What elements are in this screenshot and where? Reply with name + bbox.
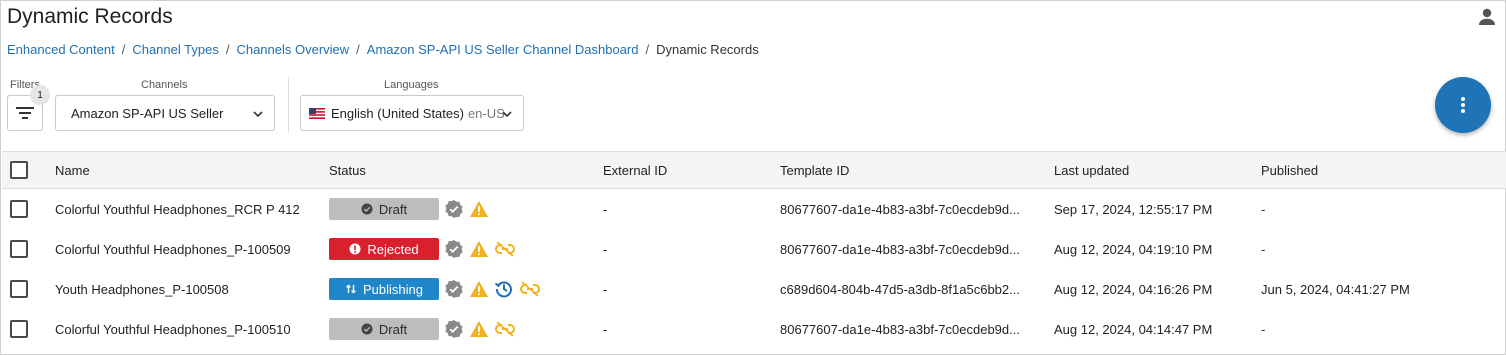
filter-divider — [288, 77, 289, 133]
published: - — [1261, 201, 1266, 217]
published: - — [1261, 241, 1266, 257]
verified-badge-icon — [445, 240, 463, 258]
status-label: Rejected — [367, 241, 419, 257]
language-select[interactable]: English (United States) en-US — [300, 95, 524, 131]
status-badge-draft: Draft — [329, 198, 439, 220]
chevron-down-icon — [502, 111, 512, 118]
records-table: Name Status External ID Template ID Last… — [2, 151, 1506, 349]
status-badge-draft: Draft — [329, 318, 439, 340]
language-select-value: English (United States) — [331, 105, 464, 121]
breadcrumb-separator: / — [225, 42, 230, 57]
status-label: Draft — [378, 201, 408, 217]
record-name[interactable]: Youth Headphones_P-100508 — [55, 269, 229, 309]
check-circle-icon — [361, 203, 373, 215]
table-row[interactable]: Youth Headphones_P-100508 Publishing - c… — [2, 269, 1506, 309]
breadcrumb-channel-types[interactable]: Channel Types — [132, 42, 219, 57]
record-name[interactable]: Colorful Youthful Headphones_P-100509 — [55, 229, 291, 269]
language-code: en-US — [467, 105, 505, 121]
more-actions-button[interactable] — [1435, 77, 1491, 133]
verified-badge-icon — [445, 320, 463, 338]
template-id: 80677607-da1e-4b83-a3bf-7c0ecdeb9d... — [780, 321, 1020, 337]
external-id: - — [603, 201, 608, 217]
row-checkbox[interactable] — [10, 200, 28, 218]
table-row[interactable]: Colorful Youthful Headphones_RCR P 412 D… — [2, 189, 1506, 229]
row-checkbox[interactable] — [10, 320, 28, 338]
verified-badge-icon — [445, 200, 463, 218]
external-id: - — [603, 241, 608, 257]
table-row[interactable]: Colorful Youthful Headphones_P-100509 Re… — [2, 229, 1506, 269]
status-label: Draft — [378, 321, 408, 337]
error-icon — [349, 243, 361, 255]
last-updated: Aug 12, 2024, 04:16:26 PM — [1054, 281, 1213, 297]
languages-label: Languages — [384, 79, 439, 91]
status-badge-publishing: Publishing — [329, 278, 439, 300]
channels-label: Channels — [141, 79, 188, 91]
link-broken-icon[interactable] — [494, 320, 516, 338]
breadcrumb-separator: / — [356, 42, 360, 57]
warning-icon[interactable] — [469, 320, 489, 338]
check-circle-icon — [361, 323, 373, 335]
column-header-template-id[interactable]: Template ID — [780, 152, 849, 188]
column-header-published[interactable]: Published — [1261, 152, 1318, 188]
table-header: Name Status External ID Template ID Last… — [2, 151, 1506, 189]
last-updated: Sep 17, 2024, 12:55:17 PM — [1054, 201, 1213, 217]
template-id: 80677607-da1e-4b83-a3bf-7c0ecdeb9d... — [780, 201, 1020, 217]
column-header-last-updated[interactable]: Last updated — [1054, 152, 1129, 188]
template-id: c689d604-804b-47d5-a3db-8f1a5c6bb2... — [780, 281, 1020, 297]
status-label: Publishing — [363, 281, 423, 297]
breadcrumb-channel-dashboard[interactable]: Amazon SP-API US Seller Channel Dashboar… — [367, 42, 639, 57]
record-name[interactable]: Colorful Youthful Headphones_RCR P 412 — [55, 189, 300, 229]
table-row[interactable]: Colorful Youthful Headphones_P-100510 Dr… — [2, 309, 1506, 349]
last-updated: Aug 12, 2024, 04:19:10 PM — [1054, 241, 1213, 257]
external-id: - — [603, 321, 608, 337]
external-id: - — [603, 281, 608, 297]
breadcrumb-enhanced-content[interactable]: Enhanced Content — [7, 42, 115, 57]
channel-select-value: Amazon SP-API US Seller — [71, 105, 224, 121]
breadcrumb-separator: / — [121, 42, 126, 57]
chevron-down-icon — [253, 111, 263, 118]
warning-icon[interactable] — [469, 280, 489, 298]
row-checkbox[interactable] — [10, 280, 28, 298]
sync-arrows-icon — [346, 284, 356, 294]
column-header-status[interactable]: Status — [329, 152, 366, 188]
row-checkbox[interactable] — [10, 240, 28, 258]
filter-icon — [16, 107, 34, 119]
published: Jun 5, 2024, 04:41:27 PM — [1261, 281, 1410, 297]
channel-select[interactable]: Amazon SP-API US Seller — [55, 95, 275, 131]
verified-badge-icon — [445, 280, 463, 298]
column-header-external-id[interactable]: External ID — [603, 152, 667, 188]
app-window: Dynamic Records Enhanced Content / Chann… — [0, 0, 1506, 355]
warning-icon[interactable] — [469, 240, 489, 258]
breadcrumb-channels-overview[interactable]: Channels Overview — [236, 42, 349, 57]
select-all-checkbox[interactable] — [10, 161, 28, 179]
breadcrumb: Enhanced Content / Channel Types / Chann… — [7, 42, 759, 57]
status-badge-rejected: Rejected — [329, 238, 439, 260]
warning-icon[interactable] — [469, 200, 489, 218]
page-title: Dynamic Records — [7, 5, 173, 28]
link-broken-icon[interactable] — [519, 280, 541, 298]
filter-count-badge: 1 — [30, 85, 50, 105]
more-vertical-icon — [1461, 97, 1465, 113]
template-id: 80677607-da1e-4b83-a3bf-7c0ecdeb9d... — [780, 241, 1020, 257]
last-updated: Aug 12, 2024, 04:14:47 PM — [1054, 321, 1213, 337]
record-name[interactable]: Colorful Youthful Headphones_P-100510 — [55, 309, 291, 349]
us-flag-icon — [309, 107, 325, 119]
history-icon[interactable] — [494, 279, 514, 299]
published: - — [1261, 321, 1266, 337]
link-broken-icon[interactable] — [494, 240, 516, 258]
breadcrumb-separator: / — [645, 42, 650, 57]
column-header-name[interactable]: Name — [55, 152, 90, 188]
breadcrumb-current: Dynamic Records — [656, 42, 759, 57]
user-account-icon[interactable] — [1477, 7, 1497, 27]
